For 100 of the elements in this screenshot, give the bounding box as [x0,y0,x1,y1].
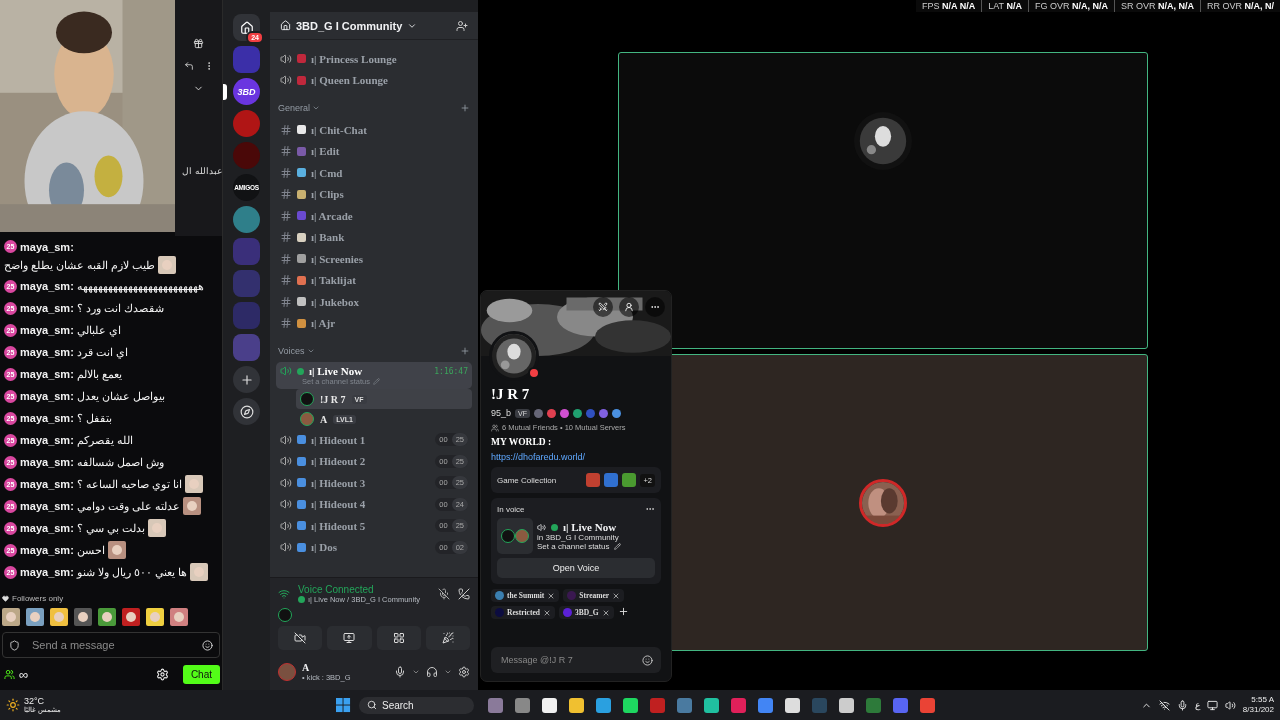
emoji-icon[interactable] [642,654,653,666]
channel-item[interactable]: ı| Cmd [276,162,472,184]
add-icon[interactable] [460,103,470,113]
app-icon[interactable] [784,697,800,713]
language-indicator[interactable]: ع [1194,700,1200,710]
channel-item[interactable]: ı| Bank [276,226,472,248]
camera-button[interactable] [278,626,323,650]
app-icon[interactable] [703,697,719,713]
chat-username[interactable]: maya_sm: [20,522,74,534]
message-field[interactable]: Send a message [30,638,192,652]
speaker-icon [280,52,292,65]
chat-username[interactable]: maya_sm: [20,324,74,336]
remove-icon[interactable] [547,591,556,600]
server-icon[interactable] [233,206,260,233]
screen-share-icon [343,632,356,644]
channel-name: ı| Hideout 2 [311,455,366,468]
channel-item[interactable]: ı| Clips [276,183,472,205]
chat-username[interactable]: maya_sm: [20,240,74,253]
voice-channel[interactable]: ı| Queen Lounge [276,69,472,91]
channel-item[interactable]: ı| Arcade [276,205,472,227]
shield-icon [9,639,20,651]
start-icon[interactable] [336,697,351,713]
mic-icon[interactable] [394,666,406,678]
emote-icon [170,608,188,626]
gift-icon[interactable] [193,38,204,49]
chat-username[interactable]: maya_sm: [20,566,74,578]
chat-username[interactable]: maya_sm: [20,368,74,380]
speaker-icon [280,74,292,87]
app-icon[interactable] [541,697,557,713]
dm-input-bar[interactable]: Message @!J R 7 [491,647,661,673]
add-icon[interactable] [460,346,470,356]
category-label[interactable]: General [278,103,311,113]
clock[interactable]: 5:55 A 8/31/202 [1242,695,1274,715]
game-icon [622,473,637,487]
channel-item[interactable]: ı| Chit-Chat [276,119,472,141]
message-field[interactable]: Message @!J R 7 [499,654,642,666]
soundboard-button[interactable] [425,626,470,650]
chat-username[interactable]: maya_sm: [20,412,74,424]
chevron-icon[interactable] [444,668,452,676]
reply-icon[interactable] [183,61,194,71]
chat-username[interactable]: maya_sm: [20,346,74,358]
discover-button[interactable] [233,398,260,425]
channel-item[interactable]: ı| Taklijat [276,269,472,291]
app-icon[interactable] [595,697,611,713]
invite-icon[interactable] [456,19,468,32]
chat-username[interactable]: maya_sm: [20,544,74,556]
screen-share-button[interactable] [327,626,372,650]
chevron-icon[interactable] [412,668,420,676]
remove-icon[interactable] [612,591,621,600]
disconnect-icon[interactable] [458,588,470,600]
chat-username[interactable]: maya_sm: [20,280,74,292]
grid-icon [392,632,405,644]
weather-icon[interactable] [6,698,20,712]
channel-item[interactable]: ı| Edit [276,140,472,162]
settings-icon[interactable] [155,668,169,681]
app-icon[interactable] [838,697,854,713]
username: A [302,662,311,673]
channel-name: ı| Cmd [311,166,343,179]
chat-username[interactable]: maya_sm: [20,456,74,468]
server-icon[interactable]: 3BD [233,78,260,105]
emote-icon [50,608,68,626]
settings-icon[interactable] [458,666,470,678]
chat-username[interactable]: maya_sm: [20,478,74,490]
emoji-icon[interactable] [202,639,213,651]
server-name[interactable]: 3BD_G I Community [296,19,403,32]
channel-item[interactable]: ı| Screenies [276,248,472,270]
remove-icon[interactable] [601,608,610,617]
avatar [278,608,292,622]
performance-overlay: FPS N/A N/A LAT N/A FG OVR N/A, N/A SR OVR N/A, N/A RR OVR N/A, N/ [916,0,1280,12]
open-voice-button[interactable]: Open Voice [497,558,655,578]
app-icon[interactable] [622,697,638,713]
category-label[interactable]: Voices [278,346,305,356]
add-role-icon[interactable] [617,606,629,617]
activities-button[interactable] [376,626,421,650]
voice-channel[interactable]: ı| Princess Lounge [276,48,472,70]
chat-username[interactable]: maya_sm: [20,500,74,512]
profile-link[interactable]: https://dhofaredu.world/ [491,452,661,462]
channel-item[interactable]: ı| Ajr [276,312,472,334]
channel-item[interactable]: ı| Jukebox [276,291,472,313]
chat-username[interactable]: maya_sm: [20,434,74,446]
app-icon[interactable] [568,697,584,713]
volume-icon[interactable] [1224,699,1236,711]
remove-icon[interactable] [542,608,551,617]
card-title: In voice [497,504,525,514]
chat-username[interactable]: maya_sm: [20,390,74,402]
chat-button[interactable]: Chat [182,665,220,684]
speaker-icon [537,522,546,532]
hash-icon [280,274,292,287]
compass-icon [239,404,254,419]
display-icon[interactable] [1206,699,1218,711]
headphones-icon[interactable] [426,666,438,678]
card-title: Game Collection [497,475,557,485]
chat-message: احسن [76,543,105,557]
chat-input-bar[interactable]: Send a message [2,632,220,658]
profile-bio: MY WORLD : [491,437,553,447]
mic-icon[interactable] [1176,699,1188,711]
add-server-button[interactable] [233,366,260,393]
chat-username[interactable]: maya_sm: [20,302,74,314]
network-icon[interactable] [1158,699,1170,711]
search-field[interactable]: Search [359,696,474,714]
